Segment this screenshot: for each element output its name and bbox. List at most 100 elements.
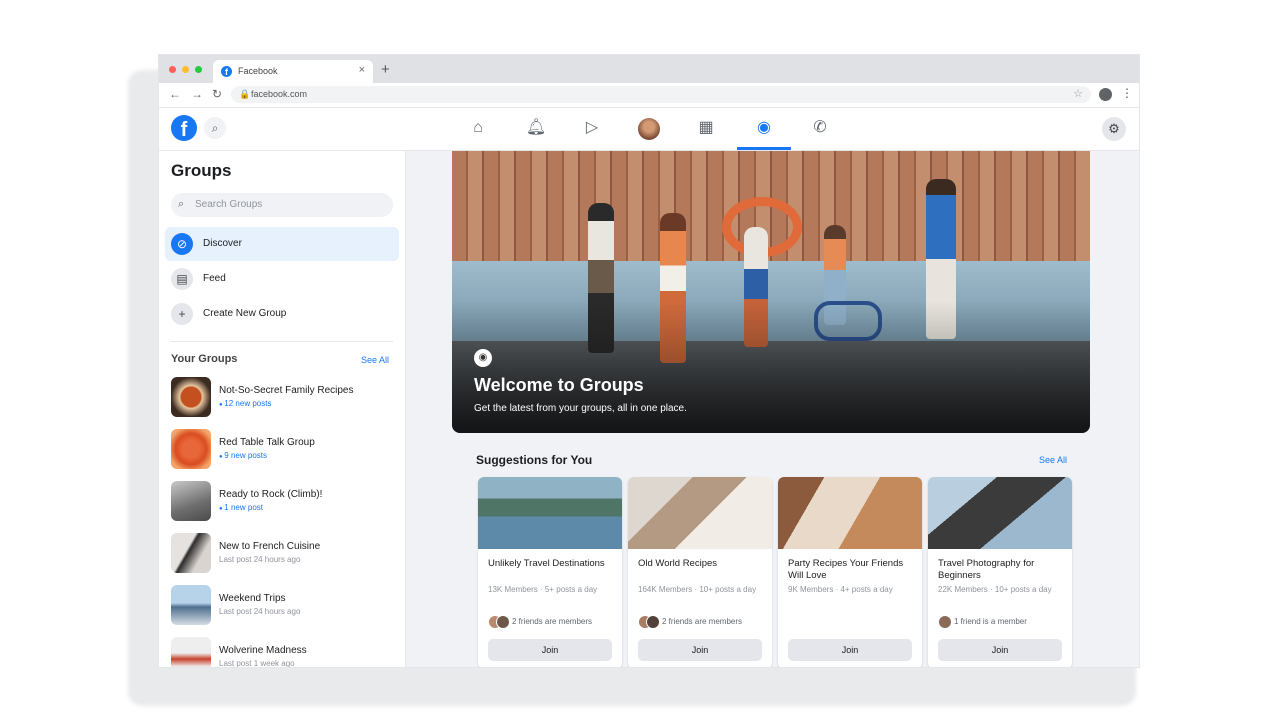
messenger-icon[interactable]: ✆ bbox=[805, 116, 835, 140]
group-activity: Last post 24 hours ago bbox=[219, 555, 301, 564]
browser-tab[interactable]: f Facebook × bbox=[213, 60, 373, 83]
browser-window: f Facebook × + ← → ↻ 🔒 facebook.com ☆ ⋮ … bbox=[158, 54, 1140, 668]
search-icon[interactable]: ⌕ bbox=[204, 117, 226, 139]
facebook-header: f ⌕ ⌂ 🔔︎ ▷ ▦ ◉ ✆ ⚙ bbox=[159, 108, 1139, 151]
profile-avatar[interactable] bbox=[638, 118, 660, 140]
suggestion-card[interactable]: Unlikely Travel Destinations 13K Members… bbox=[478, 477, 622, 667]
suggestion-group-meta: 9K Members · 4+ posts a day bbox=[788, 585, 893, 594]
friends-members-row: 1 friend is a member bbox=[938, 615, 1064, 629]
feed-icon: ▤ bbox=[171, 268, 193, 290]
friend-avatar bbox=[496, 615, 510, 629]
group-list-item[interactable]: New to French Cuisine Last post 24 hours… bbox=[171, 533, 401, 577]
suggestion-card-image bbox=[778, 477, 922, 549]
address-url: facebook.com bbox=[251, 89, 308, 99]
friends-members-row: 2 friends are members bbox=[488, 615, 614, 629]
suggestion-group-meta: 22K Members · 10+ posts a day bbox=[938, 585, 1052, 594]
minimize-window-button[interactable] bbox=[182, 66, 189, 73]
group-list-item[interactable]: Not-So-Secret Family Recipes 12 new post… bbox=[171, 377, 401, 421]
lock-icon: 🔒 bbox=[239, 89, 251, 99]
suggestion-group-name: Unlikely Travel Destinations bbox=[488, 558, 605, 569]
sidebar-item-feed[interactable]: ▤ Feed bbox=[165, 262, 399, 296]
groups-icon[interactable]: ◉ bbox=[737, 116, 791, 150]
suggestions-see-all-link[interactable]: See All bbox=[1039, 455, 1067, 465]
watch-video-icon[interactable]: ▷ bbox=[577, 116, 607, 140]
browser-profile-icon[interactable] bbox=[1099, 88, 1112, 101]
reload-icon[interactable]: ↻ bbox=[212, 87, 222, 101]
suggestions-heading: Suggestions for You bbox=[476, 453, 593, 467]
marketplace-icon[interactable]: ▦ bbox=[691, 116, 721, 140]
group-thumbnail bbox=[171, 481, 211, 521]
sidebar-divider bbox=[171, 341, 393, 342]
join-group-button[interactable]: Join bbox=[488, 639, 612, 661]
compass-icon: ⊘ bbox=[171, 233, 193, 255]
notifications-bell-icon[interactable]: 🔔︎ bbox=[521, 116, 551, 140]
friends-members-text: 2 friends are members bbox=[662, 617, 743, 626]
address-bar[interactable]: 🔒 facebook.com ☆ bbox=[231, 86, 1091, 103]
tab-title: Facebook bbox=[238, 66, 278, 76]
group-activity: 1 new post bbox=[219, 503, 263, 512]
friend-avatar bbox=[938, 615, 952, 629]
home-icon[interactable]: ⌂ bbox=[463, 116, 493, 140]
suggestion-card-image bbox=[928, 477, 1072, 549]
suggestion-group-name: Old World Recipes bbox=[638, 558, 718, 569]
group-activity: Last post 24 hours ago bbox=[219, 607, 301, 616]
group-list-item[interactable]: Wolverine Madness Last post 1 week ago bbox=[171, 637, 401, 668]
group-activity: 12 new posts bbox=[219, 399, 271, 408]
search-groups-placeholder: Search Groups bbox=[195, 199, 263, 210]
group-name: New to French Cuisine bbox=[219, 541, 321, 552]
group-thumbnail bbox=[171, 429, 211, 469]
search-groups-input[interactable]: ⌕ Search Groups bbox=[171, 193, 393, 217]
group-list-item[interactable]: Ready to Rock (Climb)! 1 new post bbox=[171, 481, 401, 525]
forward-arrow-icon[interactable]: → bbox=[191, 87, 203, 101]
sidebar-title: Groups bbox=[171, 161, 232, 180]
friends-members-row: 2 friends are members bbox=[638, 615, 764, 629]
tab-close-icon[interactable]: × bbox=[359, 64, 365, 76]
group-name: Ready to Rock (Climb)! bbox=[219, 489, 323, 500]
group-thumbnail bbox=[171, 533, 211, 573]
bookmark-star-icon[interactable]: ☆ bbox=[1073, 87, 1083, 100]
your-groups-see-all-link[interactable]: See All bbox=[361, 355, 389, 365]
join-group-button[interactable]: Join bbox=[638, 639, 762, 661]
back-arrow-icon[interactable]: ← bbox=[169, 87, 181, 101]
suggestion-card[interactable]: Travel Photography for Beginners 22K Mem… bbox=[928, 477, 1072, 667]
groups-main-content: ◉ Welcome to Groups Get the latest from … bbox=[406, 151, 1139, 667]
search-icon: ⌕ bbox=[178, 198, 185, 210]
your-groups-heading: Your Groups bbox=[171, 353, 238, 365]
group-thumbnail bbox=[171, 585, 211, 625]
join-group-button[interactable]: Join bbox=[938, 639, 1062, 661]
suggestion-card[interactable]: Old World Recipes 164K Members · 10+ pos… bbox=[628, 477, 772, 667]
new-tab-button[interactable]: + bbox=[381, 61, 390, 78]
hero-title: Welcome to Groups bbox=[474, 375, 644, 395]
group-activity: Last post 1 week ago bbox=[219, 659, 295, 668]
welcome-hero-banner: ◉ Welcome to Groups Get the latest from … bbox=[452, 151, 1090, 433]
group-activity: 9 new posts bbox=[219, 451, 267, 460]
friends-members-text: 2 friends are members bbox=[512, 617, 593, 626]
facebook-logo-icon[interactable]: f bbox=[171, 115, 197, 141]
sidebar-item-label: Discover bbox=[203, 238, 242, 249]
suggestion-group-name: Travel Photography for Beginners bbox=[938, 558, 1035, 581]
friends-members-row bbox=[788, 615, 914, 629]
group-name: Not-So-Secret Family Recipes bbox=[219, 385, 354, 396]
close-window-button[interactable] bbox=[169, 66, 176, 73]
group-thumbnail bbox=[171, 377, 211, 417]
suggestion-group-name: Party Recipes Your Friends Will Love bbox=[788, 558, 904, 581]
sidebar-item-label: Create New Group bbox=[203, 308, 287, 319]
sidebar-item-create-new-group[interactable]: + Create New Group bbox=[165, 297, 399, 331]
group-thumbnail bbox=[171, 637, 211, 667]
join-group-button[interactable]: Join bbox=[788, 639, 912, 661]
group-name: Wolverine Madness bbox=[219, 645, 307, 656]
sidebar-item-discover[interactable]: ⊘ Discover bbox=[165, 227, 399, 261]
groups-icon: ◉ bbox=[474, 349, 492, 367]
group-list-item[interactable]: Weekend Trips Last post 24 hours ago bbox=[171, 585, 401, 629]
friend-avatar bbox=[646, 615, 660, 629]
browser-menu-icon[interactable]: ⋮ bbox=[1121, 86, 1133, 100]
groups-sidebar: Groups ⌕ Search Groups ⊘ Discover ▤ Feed… bbox=[159, 151, 406, 667]
suggestion-card[interactable]: Party Recipes Your Friends Will Love 9K … bbox=[778, 477, 922, 667]
group-name: Weekend Trips bbox=[219, 593, 286, 604]
suggestion-card-image bbox=[478, 477, 622, 549]
plus-icon: + bbox=[171, 303, 193, 325]
group-list-item[interactable]: Red Table Talk Group 9 new posts bbox=[171, 429, 401, 473]
maximize-window-button[interactable] bbox=[195, 66, 202, 73]
settings-gear-icon[interactable]: ⚙ bbox=[1102, 117, 1126, 141]
suggestion-group-meta: 164K Members · 10+ posts a day bbox=[638, 585, 757, 594]
